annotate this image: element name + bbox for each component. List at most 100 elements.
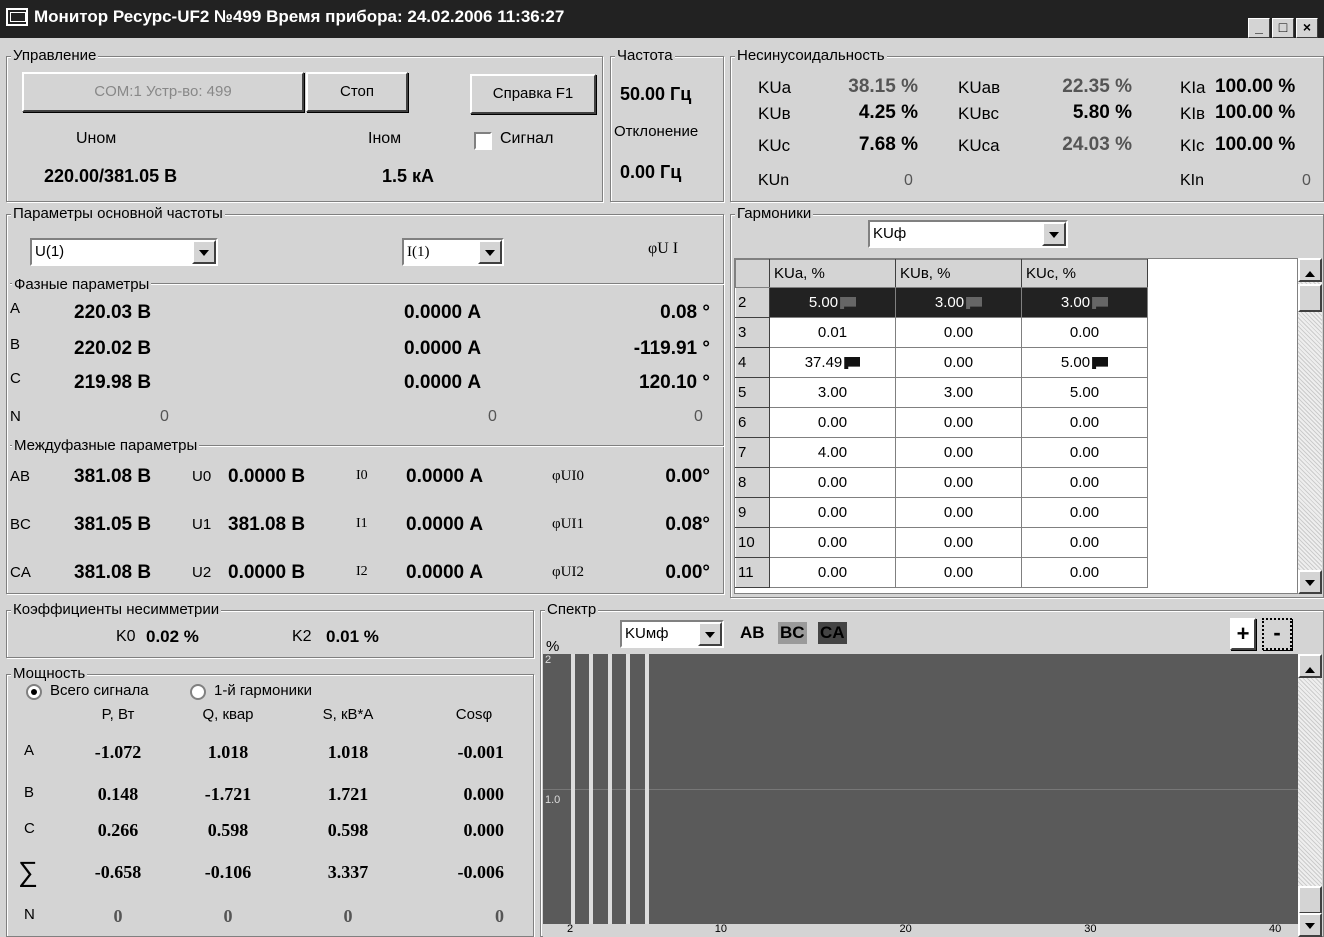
table-cell[interactable]: 0.00 [895, 467, 1022, 498]
table-cell[interactable]: 0.00 [895, 557, 1022, 588]
spectrum-bar [607, 654, 612, 924]
power-column-header: S, кВ*А [322, 706, 374, 723]
spectrum-type-select[interactable]: KUмф [620, 620, 724, 648]
table-cell[interactable]: 5.00 [1021, 347, 1148, 378]
row-header[interactable]: 7 [735, 437, 770, 468]
row-header[interactable]: 8 [735, 467, 770, 498]
row-header[interactable]: 3 [735, 317, 770, 348]
com-port-button[interactable]: COM:1 Устр-во: 499 [22, 72, 304, 112]
table-cell[interactable]: 0.00 [1021, 317, 1148, 348]
table-cell[interactable]: 0.00 [895, 527, 1022, 558]
row-header[interactable]: 10 [735, 527, 770, 558]
row-header[interactable]: 5 [735, 377, 770, 408]
table-cell[interactable]: 0.00 [1021, 557, 1148, 588]
column-header[interactable]: KUв, % [895, 259, 1022, 288]
row-header[interactable]: 11 [735, 557, 770, 588]
table-row[interactable]: 10 0.00 0.00 0.00 [735, 527, 1148, 558]
row-header[interactable]: 2 [735, 287, 770, 318]
help-button[interactable]: Справка F1 [470, 74, 596, 114]
harmonics-scrollbar[interactable] [1298, 258, 1322, 594]
table-cell[interactable]: 0.00 [895, 317, 1022, 348]
table-row[interactable]: 4 37.49 0.00 5.00 [735, 347, 1148, 378]
row-header[interactable]: 6 [735, 407, 770, 438]
chevron-down-icon[interactable] [698, 622, 722, 646]
table-cell[interactable]: 5.00 [1021, 377, 1148, 408]
scroll-thumb[interactable] [1298, 284, 1322, 312]
column-header[interactable]: KUa, % [769, 259, 896, 288]
table-cell[interactable]: 0.00 [895, 437, 1022, 468]
harmonics-type-select[interactable]: KUф [868, 220, 1068, 248]
table-row[interactable]: 5 3.00 3.00 5.00 [735, 377, 1148, 408]
table-cell[interactable]: 0.00 [769, 407, 896, 438]
scroll-down-icon[interactable] [1298, 913, 1322, 937]
table-row[interactable]: 3 0.01 0.00 0.00 [735, 317, 1148, 348]
table-cell[interactable]: 3.00 [1021, 287, 1148, 318]
scroll-up-icon[interactable] [1298, 654, 1322, 678]
table-cell[interactable]: 0.00 [895, 497, 1022, 528]
table-cell[interactable]: 0.00 [1021, 527, 1148, 558]
minimize-button[interactable]: _ [1248, 18, 1270, 38]
table-row[interactable]: 9 0.00 0.00 0.00 [735, 497, 1148, 528]
table-cell[interactable]: 0.00 [769, 497, 896, 528]
table-cell[interactable]: 3.00 [769, 377, 896, 408]
total-signal-radio[interactable] [26, 684, 42, 700]
phase-tag-ca[interactable]: CA [818, 622, 847, 644]
close-button[interactable]: × [1296, 18, 1318, 38]
cell-value: 0.00 [943, 414, 974, 431]
row-header[interactable]: 9 [735, 497, 770, 528]
zoom-out-button[interactable]: - [1262, 618, 1292, 650]
phase-name: C [10, 370, 21, 387]
table-row[interactable]: 8 0.00 0.00 0.00 [735, 467, 1148, 498]
table-cell[interactable]: 37.49 [769, 347, 896, 378]
table-cell[interactable]: 0.00 [895, 347, 1022, 378]
chevron-down-icon[interactable] [192, 240, 216, 264]
table-cell[interactable]: 3.00 [895, 377, 1022, 408]
cell-value: 0.00 [943, 324, 974, 341]
signal-checkbox[interactable] [474, 132, 492, 150]
phase-tag-bc[interactable]: BC [778, 622, 807, 644]
table-cell[interactable]: 0.00 [1021, 497, 1148, 528]
phase-params-label: Фазные параметры [12, 276, 152, 293]
table-cell[interactable]: 0.00 [895, 407, 1022, 438]
stop-button[interactable]: Стоп [306, 72, 408, 112]
table-cell[interactable]: 0.00 [1021, 407, 1148, 438]
phase-tag-ab[interactable]: AB [738, 622, 767, 644]
table-cell[interactable]: 0.01 [769, 317, 896, 348]
table-cell[interactable]: 0.00 [769, 557, 896, 588]
table-cell[interactable]: 4.00 [769, 437, 896, 468]
k2-value: 0.01 % [326, 627, 379, 646]
table-row[interactable]: 6 0.00 0.00 0.00 [735, 407, 1148, 438]
table-cell[interactable]: 3.00 [895, 287, 1022, 318]
table-row[interactable]: 2 5.00 3.00 3.00 [735, 287, 1148, 318]
table-cell[interactable]: 0.00 [1021, 437, 1148, 468]
spectrum-chart[interactable]: 2 1.0 [543, 654, 1298, 924]
table-cell[interactable]: 0.00 [769, 467, 896, 498]
table-cell[interactable]: 0.00 [769, 527, 896, 558]
scroll-thumb[interactable] [1298, 886, 1322, 914]
sequence-u-label: U2 [192, 564, 212, 581]
i-harmonic-select[interactable]: I(1) [402, 238, 504, 266]
scroll-down-icon[interactable] [1298, 570, 1322, 594]
table-cell[interactable]: 5.00 [769, 287, 896, 318]
spectrum-bar [589, 654, 594, 924]
row-header[interactable]: 4 [735, 347, 770, 378]
scroll-up-icon[interactable] [1298, 258, 1322, 282]
u-harmonic-select[interactable]: U(1) [30, 238, 218, 266]
zoom-in-button[interactable]: + [1230, 618, 1256, 650]
column-header[interactable]: KUc, % [1021, 259, 1148, 288]
sequence-phi-value: 0.08° [665, 514, 710, 535]
first-harmonic-radio[interactable] [190, 684, 206, 700]
interphase-voltage: 381.05 В [74, 514, 152, 535]
phase-name: B [10, 336, 21, 353]
spectrum-scrollbar[interactable] [1298, 654, 1322, 937]
nonsin-label-b: KUca [958, 136, 1000, 155]
table-cell[interactable]: 0.00 [1021, 467, 1148, 498]
chevron-down-icon[interactable] [478, 240, 502, 264]
cell-value: 0.01 [817, 324, 848, 341]
table-row[interactable]: 11 0.00 0.00 0.00 [735, 557, 1148, 588]
harmonics-table[interactable]: KUa, % KUв, % KUc, % 2 5.00 3.00 3.00 3 0.01 0.0… [734, 258, 1298, 594]
spectrum-bar [626, 654, 631, 924]
chevron-down-icon[interactable] [1042, 222, 1066, 246]
table-row[interactable]: 7 4.00 0.00 0.00 [735, 437, 1148, 468]
maximize-button[interactable]: □ [1272, 18, 1294, 38]
